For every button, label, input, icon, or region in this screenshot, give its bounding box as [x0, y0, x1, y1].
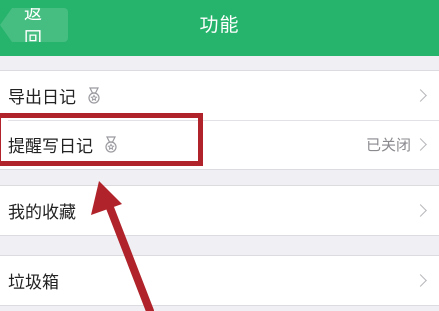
row-trash[interactable]: 垃圾箱 — [0, 256, 439, 305]
header-bar: 返回 功能 — [0, 0, 439, 56]
chevron-right-icon — [414, 89, 427, 102]
medal-icon — [103, 135, 119, 154]
status-value: 已关闭 — [365, 136, 411, 154]
row-label: 垃圾箱 — [8, 273, 59, 293]
chevron-right-icon — [414, 204, 427, 217]
row-label: 提醒写日记 — [8, 137, 93, 157]
row-diary-reminder[interactable]: 提醒写日记 已关闭 — [0, 120, 439, 169]
medal-icon — [86, 86, 102, 105]
page-title: 功能 — [199, 14, 240, 36]
row-export-diary[interactable]: 导出日记 — [0, 71, 439, 120]
settings-group-3: 垃圾箱 — [0, 255, 439, 306]
chevron-right-icon — [414, 274, 427, 287]
settings-group-1: 导出日记 提醒写日记 已关闭 — [0, 70, 439, 170]
chevron-right-icon — [414, 138, 427, 151]
row-label: 我的收藏 — [8, 203, 76, 223]
settings-group-2: 我的收藏 — [0, 185, 439, 236]
row-label: 导出日记 — [8, 88, 76, 108]
row-my-favorites[interactable]: 我的收藏 — [0, 186, 439, 235]
